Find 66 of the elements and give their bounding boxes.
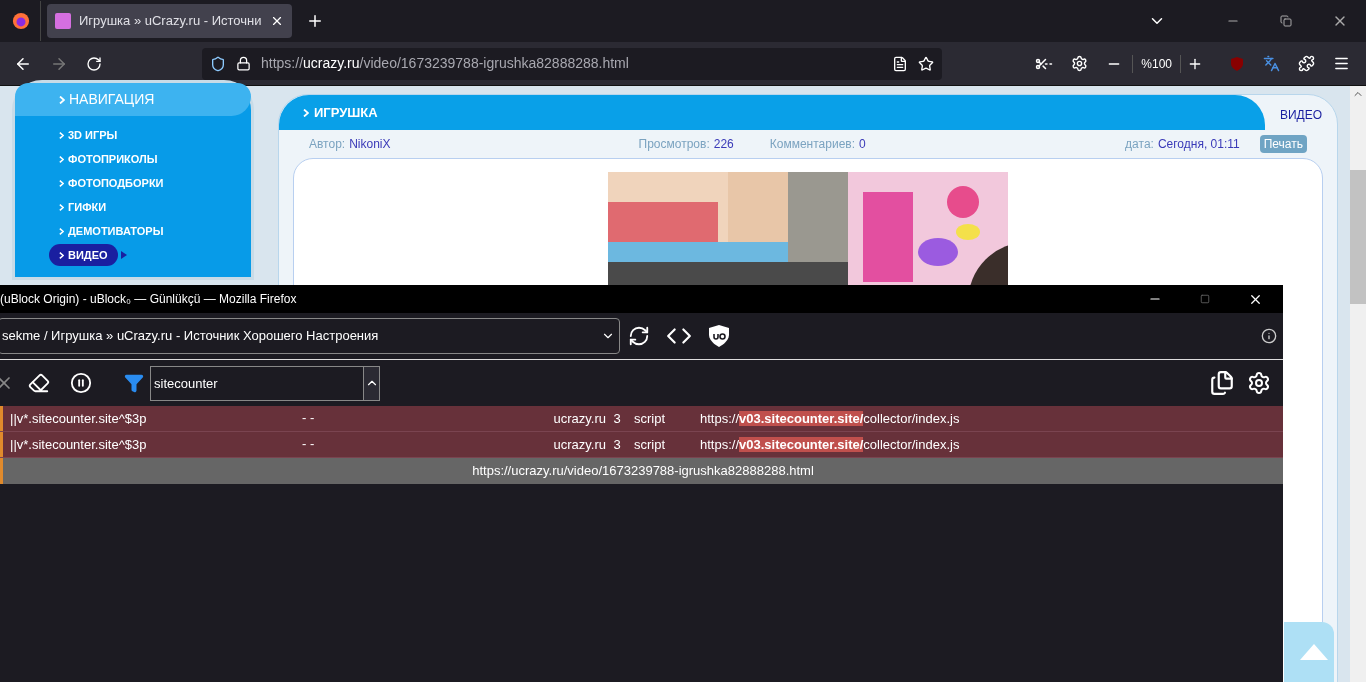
views-label: Просмотров: [638, 136, 710, 153]
author-label: Автор: [309, 136, 346, 153]
domain-cell-text: ucrazy.ru [552, 435, 606, 454]
scrollbar[interactable] [1350, 86, 1366, 682]
comments-count: 0 [859, 136, 866, 153]
chevron-icon [59, 251, 64, 259]
comments-label: Комментариев: [769, 136, 855, 153]
chevron-icon [303, 108, 309, 117]
filter-field[interactable]: sitecounter [150, 365, 364, 401]
browser-tab[interactable]: Игрушка » uCrazy.ru - Источни [47, 4, 292, 38]
zoom-level[interactable]: %100 [1132, 54, 1181, 73]
lock-icon [236, 56, 251, 71]
chevron-icon [59, 179, 64, 187]
eraser-icon[interactable] [28, 372, 50, 394]
up-arrow-icon [1300, 644, 1328, 660]
scrollbar-thumb[interactable] [1350, 170, 1366, 304]
filter-icon [124, 373, 144, 393]
navigation-title: НАВИГАЦИЯ [69, 90, 155, 109]
tab-select[interactable]: sekme / Игрушка » uCrazy.ru - Источник Хорошего Настроения [0, 318, 620, 354]
bookmark-star-icon[interactable] [918, 55, 934, 72]
shield-logo-icon[interactable] [708, 324, 730, 348]
category-label: ВИДЕО [1278, 107, 1324, 124]
info-icon[interactable] [1261, 328, 1277, 344]
url-cell-text: https://v03.sitecounter.site/collector/index.js [700, 409, 960, 428]
expand-button[interactable] [364, 365, 380, 401]
chevron-icon [59, 95, 65, 104]
restore-icon[interactable] [1280, 15, 1292, 27]
table-cell-text: - - [301, 435, 316, 453]
date-value: Сегодня, 01:11 [1157, 136, 1240, 153]
table-cell-text: - - [301, 409, 316, 427]
refresh-icon[interactable] [628, 325, 650, 347]
count-cell-text: 3 [612, 435, 622, 454]
domain-cell-text: ucrazy.ru [552, 409, 606, 428]
site-favicon-icon [55, 13, 71, 29]
pause-icon[interactable] [70, 372, 92, 394]
settings-icon[interactable] [1247, 371, 1271, 395]
url-cell-text: https://v03.sitecounter.site/collector/index.js [700, 435, 960, 454]
export-icon[interactable] [1209, 370, 1235, 396]
page-url-row-text: https://ucrazy.ru/video/1673239788-igrushka82888288.html [471, 462, 815, 481]
address-bar[interactable]: https://ucrazy.ru/video/1673239788-igrushka82888288.html [202, 47, 942, 80]
url-text: https://ucrazy.ru/video/1673239788-igrushka82888288.html [261, 54, 630, 73]
shield-icon [210, 55, 226, 72]
chevron-icon [59, 203, 64, 211]
count-cell-text: 3 [612, 409, 622, 428]
author-link[interactable]: NikoniX [349, 135, 391, 153]
date-label: дата: [1125, 136, 1154, 153]
reload-icon[interactable] [86, 55, 102, 72]
menu-icon[interactable] [1333, 55, 1350, 72]
type-cell-text: script [633, 409, 667, 428]
translate-icon[interactable] [1263, 55, 1280, 72]
tab-title: Игрушка » uCrazy.ru - Источни [79, 12, 262, 31]
views-count: 226 [713, 136, 734, 153]
chevron-icon [59, 131, 64, 139]
chevron-icon [59, 227, 64, 235]
browser-logo-icon[interactable] [12, 12, 30, 30]
article-title: ИГРУШКА [314, 103, 378, 122]
type-cell-text: script [633, 435, 667, 454]
reader-view-icon[interactable] [892, 55, 908, 72]
extensions-icon[interactable] [1298, 55, 1315, 72]
window-title: (uBlock Origin) - uBlock₀ — Günlükçü — Mozilla Firefox [0, 291, 298, 308]
pointer-icon [120, 251, 127, 259]
nav-item[interactable]: ВИДЕО [49, 244, 118, 266]
filter-cell-text: ||v*.sitecounter.site^$3p [9, 435, 148, 454]
filter-cell-text: ||v*.sitecounter.site^$3p [9, 409, 148, 428]
chevron-icon [59, 155, 64, 163]
settings-icon[interactable] [1071, 55, 1089, 72]
